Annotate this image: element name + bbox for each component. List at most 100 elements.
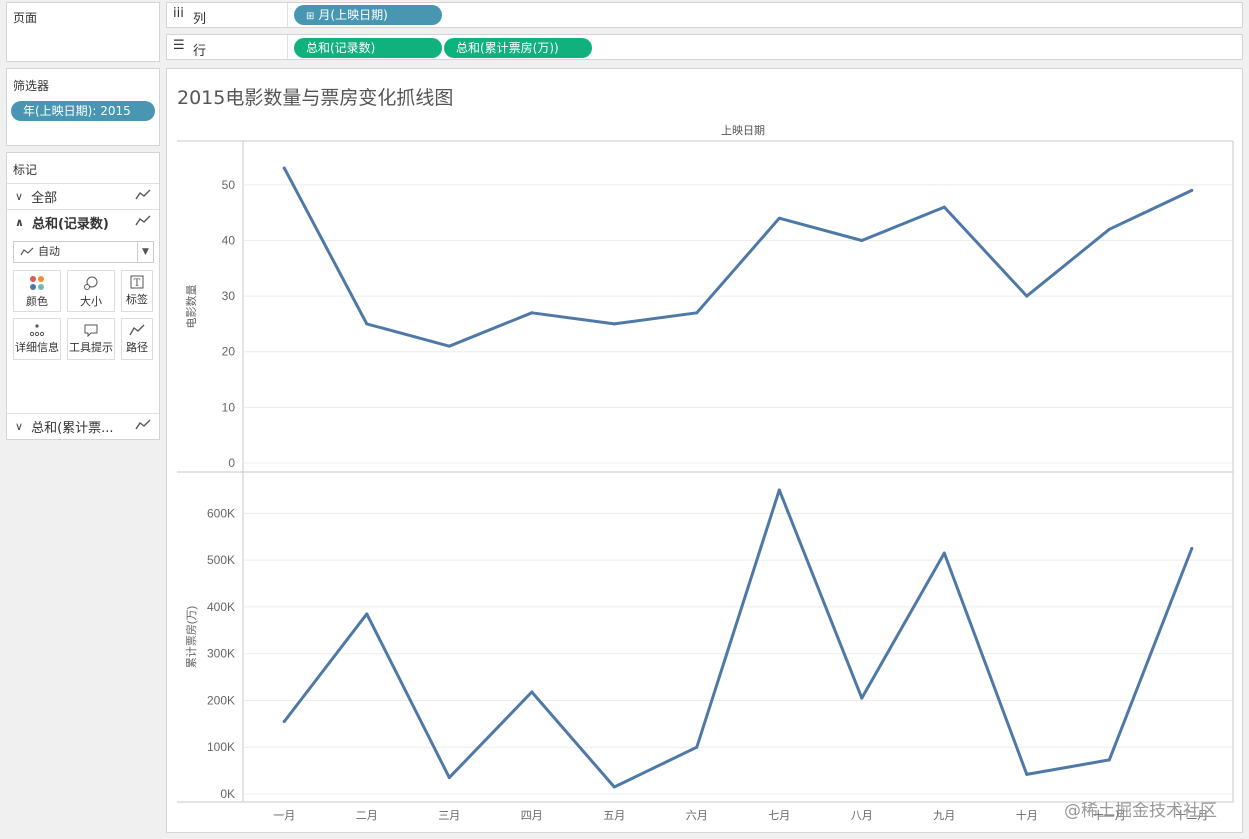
line-chart: 上映日期 0 10 20 30 40 50 电影数量 0K 100K 200K 300K 400K 500…: [177, 124, 1234, 822]
expand-icon: ⊞: [306, 11, 315, 22]
y-tick-label: 10: [222, 400, 236, 414]
pages-panel[interactable]: 页面: [6, 2, 160, 62]
y-tick-label: 30: [222, 289, 236, 303]
svg-text:T: T: [134, 278, 141, 289]
chart-panel: 2015电影数量与票房变化抓线图 上映日期 0 10 20 30 40 50 电影数量 0K 10…: [166, 68, 1243, 833]
x-tick-label: 七月: [768, 809, 790, 822]
size-button[interactable]: 大小: [67, 270, 115, 312]
path-button[interactable]: 路径: [121, 318, 153, 360]
y-tick-label: 500K: [207, 553, 235, 567]
x-tick-label: 八月: [851, 810, 873, 822]
x-tick-label: 四月: [521, 810, 543, 822]
pill-label: 年(上映日期): 2015: [23, 104, 131, 118]
detail-button[interactable]: 详细信息: [13, 318, 61, 360]
tooltip-icon: [84, 324, 98, 337]
marks-panel: 标记 ∨ 全部 ∧ 总和(记录数) 自动 ▼ 颜色 大小 T 标签 详细信息 工…: [6, 152, 160, 440]
chevron-down-icon: ∨: [15, 190, 24, 203]
data-point: [530, 311, 534, 315]
line-mark-icon: [20, 247, 34, 256]
x-tick-label: 一月: [273, 810, 295, 822]
data-point: [777, 216, 781, 220]
x-tick-label: 六月: [686, 809, 708, 822]
detail-icon: [29, 324, 45, 337]
filters-panel[interactable]: 筛选器 年(上映日期): 2015: [6, 68, 160, 146]
pill-label: 总和(记录数): [306, 41, 376, 55]
data-point: [447, 776, 451, 780]
chevron-down-icon: ∨: [15, 420, 24, 433]
x-tick-label: 五月: [603, 810, 625, 822]
x-tick-label: 三月: [438, 810, 460, 822]
row-pill-boxoffice[interactable]: 总和(累计票房(万)): [444, 38, 592, 58]
marks-row-label: 总和(记录数): [31, 217, 109, 232]
pill-label: 总和(累计票房(万)): [456, 41, 559, 55]
mark-type-label: 自动: [38, 245, 60, 258]
columns-shelf-label: 列: [193, 12, 207, 27]
y-tick-label: 20: [222, 345, 236, 359]
button-label: 颜色: [26, 295, 48, 308]
marks-row-count[interactable]: ∧ 总和(记录数): [7, 209, 159, 235]
columns-icon: iii: [173, 6, 184, 21]
series-line-2: [282, 488, 1194, 789]
text-label-icon: T: [130, 275, 144, 289]
marks-row-all[interactable]: ∨ 全部: [7, 183, 159, 209]
filter-pill-year[interactable]: 年(上映日期): 2015: [11, 101, 155, 121]
path-icon: [129, 324, 145, 336]
color-button[interactable]: 颜色: [13, 270, 61, 312]
columns-shelf[interactable]: iii 列 ⊞ 月(上映日期): [166, 2, 1243, 28]
rows-icon: ☰: [173, 38, 185, 53]
y-axis-title: 电影数量: [185, 285, 198, 329]
marks-row-label: 总和(累计票...: [31, 421, 114, 436]
data-point: [942, 205, 946, 209]
color-icon: [30, 276, 44, 290]
data-point: [1025, 772, 1029, 776]
marks-row-label: 全部: [31, 191, 58, 206]
label-button[interactable]: T 标签: [121, 270, 153, 312]
data-point: [695, 311, 699, 315]
button-label: 工具提示: [69, 341, 113, 354]
filters-panel-title: 筛选器: [13, 79, 50, 93]
marks-row-boxoffice[interactable]: ∨ 总和(累计票...: [7, 413, 159, 439]
button-label: 大小: [80, 295, 102, 308]
data-point: [1190, 546, 1194, 550]
y-tick-label: 50: [222, 178, 236, 192]
column-pill-month[interactable]: ⊞ 月(上映日期): [294, 5, 442, 25]
data-point: [1190, 188, 1194, 192]
y-tick-label: 40: [222, 233, 236, 247]
x-tick-label: 二月: [356, 810, 378, 822]
mark-type-dropdown[interactable]: 自动 ▼: [13, 241, 154, 263]
data-point: [612, 322, 616, 326]
data-point: [612, 785, 616, 789]
data-point: [942, 551, 946, 555]
button-label: 路径: [126, 341, 148, 354]
data-point: [282, 720, 286, 724]
data-point: [282, 166, 286, 170]
size-icon: [84, 276, 98, 290]
data-point: [860, 238, 864, 242]
tooltip-button[interactable]: 工具提示: [67, 318, 115, 360]
button-label: 标签: [126, 293, 148, 306]
data-point: [530, 690, 534, 694]
line-mark-icon: [135, 189, 151, 200]
y-tick-label: 0K: [220, 787, 235, 801]
data-point: [860, 696, 864, 700]
data-point: [1107, 758, 1111, 762]
data-point: [1107, 227, 1111, 231]
line-mark-icon: [135, 419, 151, 430]
chevron-up-icon: ∧: [15, 216, 24, 229]
pill-label: 月(上映日期): [318, 8, 388, 22]
dropdown-arrow-icon: ▼: [137, 242, 153, 262]
y-tick-label: 100K: [207, 740, 235, 754]
y-tick-label: 200K: [207, 693, 235, 707]
data-point: [365, 322, 369, 326]
data-point: [447, 344, 451, 348]
button-label: 详细信息: [15, 341, 59, 354]
rows-shelf[interactable]: ☰ 行 总和(记录数) 总和(累计票房(万)): [166, 34, 1243, 60]
y-axis-title: 累计票房(万): [185, 606, 198, 668]
data-point: [365, 612, 369, 616]
x-tick-label: 九月: [933, 809, 955, 822]
watermark: @稀土掘金技术社区: [1064, 801, 1217, 821]
x-tick-label: 十月: [1016, 808, 1038, 822]
series-line-1: [282, 166, 1194, 348]
row-pill-count[interactable]: 总和(记录数): [294, 38, 442, 58]
y-tick-label: 300K: [207, 647, 235, 661]
